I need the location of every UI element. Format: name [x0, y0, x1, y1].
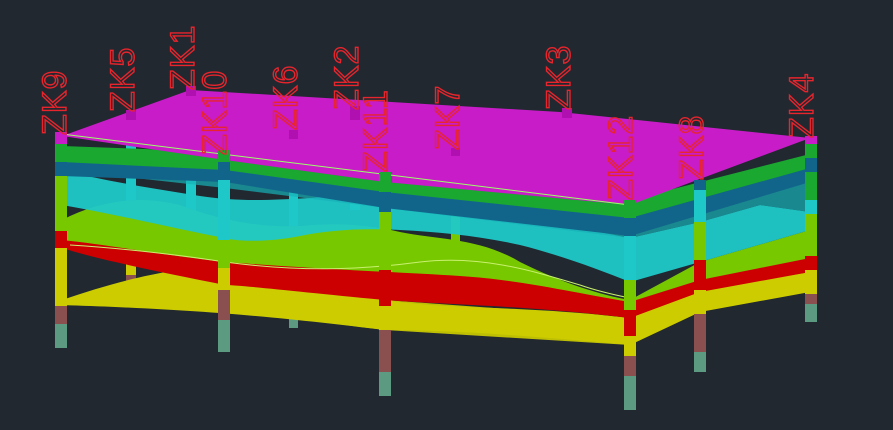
- label-zk11: ZK11: [357, 89, 395, 172]
- borehole-column-zk11[interactable]: [379, 172, 391, 396]
- borehole-head-zk6[interactable]: [289, 130, 298, 139]
- label-zk3: ZK3: [540, 45, 578, 110]
- borehole-column-zk10[interactable]: [218, 150, 230, 352]
- label-zk8: ZK8: [673, 115, 711, 180]
- model-viewport[interactable]: ZK9 ZK5 ZK1 ZK10 ZK6 ZK2 ZK11 ZK7 ZK3 ZK…: [0, 0, 893, 430]
- label-zk6: ZK6: [267, 65, 305, 130]
- label-zk9: ZK9: [36, 70, 74, 135]
- borehole-column-zk8[interactable]: [694, 180, 706, 372]
- borehole-column-zk9[interactable]: [55, 132, 67, 348]
- label-zk12: ZK12: [602, 115, 640, 200]
- stratigraphic-3d-model[interactable]: ZK9 ZK5 ZK1 ZK10 ZK6 ZK2 ZK11 ZK7 ZK3 ZK…: [0, 0, 893, 430]
- label-zk10: ZK10: [196, 70, 234, 155]
- borehole-column-zk4[interactable]: [805, 136, 817, 322]
- label-zk7: ZK7: [429, 85, 467, 150]
- borehole-column-zk12[interactable]: [624, 200, 636, 410]
- label-zk4: ZK4: [783, 73, 821, 138]
- label-zk5: ZK5: [104, 47, 142, 112]
